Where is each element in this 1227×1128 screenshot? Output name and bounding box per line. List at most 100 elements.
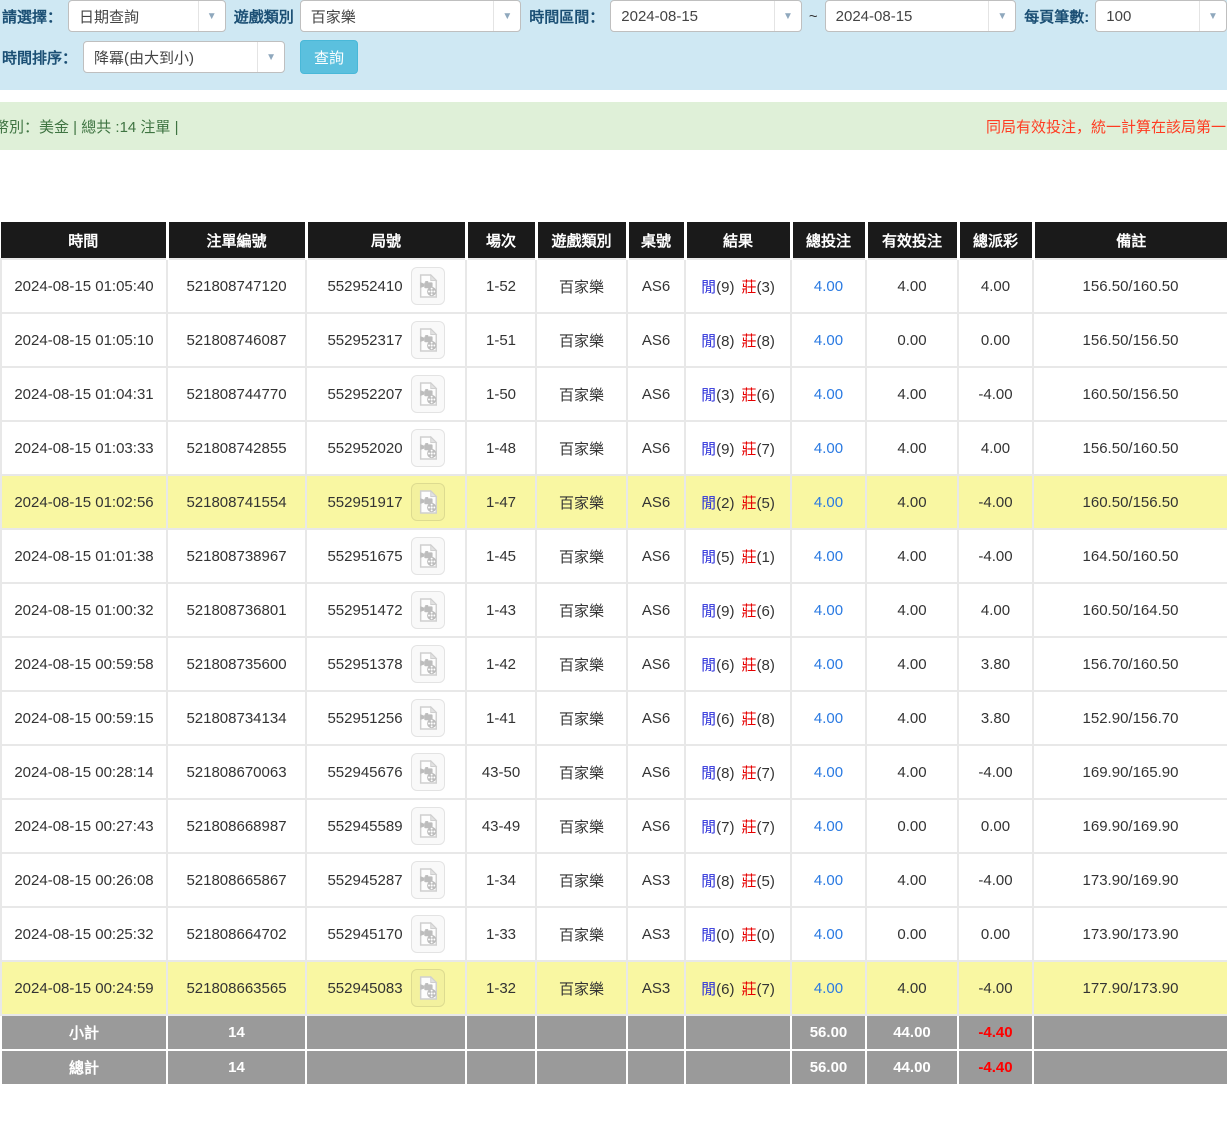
game-type-cell: 百家樂 [536, 907, 627, 961]
video-camera-icon [417, 436, 439, 460]
video-record-button[interactable] [411, 753, 445, 791]
total-bet-cell: 4.00 [791, 745, 866, 799]
banker-score: (7) [757, 981, 775, 998]
video-record-button[interactable] [411, 807, 445, 845]
page-size-select[interactable]: 100 ▼ [1095, 0, 1227, 32]
total-bet-link[interactable]: 4.00 [814, 548, 843, 565]
date-to-select[interactable]: 2024-08-15 ▼ [825, 0, 1017, 32]
banker-result: 莊 [742, 441, 757, 458]
video-record-button[interactable] [411, 321, 445, 359]
round-id-text: 552945170 [327, 926, 402, 943]
player-score: (2) [716, 495, 734, 512]
round-id-cell: 552945589 [306, 799, 466, 853]
valid-bet-cell: 0.00 [866, 313, 958, 367]
date-from-select[interactable]: 2024-08-15 ▼ [610, 0, 802, 32]
total-bet-cell: 4.00 [791, 853, 866, 907]
total-bet-link[interactable]: 4.00 [814, 926, 843, 943]
result-cell: 閒(9)莊(7) [685, 421, 791, 475]
player-result: 閒 [701, 765, 716, 782]
total-bet-link[interactable]: 4.00 [814, 278, 843, 295]
total-bet-cell: 4.00 [791, 367, 866, 421]
table-no-cell: AS3 [627, 961, 685, 1015]
bet-table: 時間注單編號局號場次遊戲類別桌號結果總投注有效投注總派彩備註 2024-08-1… [0, 222, 1227, 1086]
round-id-text: 552945589 [327, 818, 402, 835]
total-bet-link[interactable]: 4.00 [814, 710, 843, 727]
table-row: 2024-08-15 01:00:32521808736801552951472… [1, 583, 1227, 637]
total-bet-link[interactable]: 4.00 [814, 494, 843, 511]
video-record-button[interactable] [411, 375, 445, 413]
round-id-text: 552951917 [327, 494, 402, 511]
player-result: 閒 [701, 981, 716, 998]
result-cell: 閒(6)莊(8) [685, 691, 791, 745]
note-cell: 156.50/156.50 [1033, 313, 1227, 367]
game-type-select[interactable]: 百家樂 ▼ [300, 0, 522, 32]
banker-result: 莊 [742, 279, 757, 296]
column-header: 總投注 [791, 222, 866, 259]
time-cell: 2024-08-15 01:00:32 [1, 583, 167, 637]
player-score: (9) [716, 603, 734, 620]
video-camera-icon [417, 922, 439, 946]
session-cell: 1-34 [466, 853, 536, 907]
date-to-value: 2024-08-15 [826, 8, 913, 25]
total-bet-link[interactable]: 4.00 [814, 440, 843, 457]
column-header: 場次 [466, 222, 536, 259]
video-record-button[interactable] [411, 591, 445, 629]
filter-row-1: 請選擇： 日期查詢 ▼ 遊戲類別 百家樂 ▼ 時間區間： 2024-08-15 … [0, 0, 1227, 32]
player-result: 閒 [701, 441, 716, 458]
sort-order-select[interactable]: 降冪(由大到小) ▼ [83, 41, 285, 73]
note-cell: 156.50/160.50 [1033, 259, 1227, 313]
video-record-button[interactable] [411, 483, 445, 521]
note-cell: 173.90/173.90 [1033, 907, 1227, 961]
video-record-button[interactable] [411, 969, 445, 1007]
total-bet-link[interactable]: 4.00 [814, 332, 843, 349]
total-valid-bet: 44.00 [866, 1050, 958, 1085]
round-id-cell: 552945083 [306, 961, 466, 1015]
video-camera-icon [417, 490, 439, 514]
chevron-down-icon: ▼ [493, 1, 520, 31]
video-record-button[interactable] [411, 537, 445, 575]
video-record-button[interactable] [411, 429, 445, 467]
session-cell: 1-48 [466, 421, 536, 475]
video-record-button[interactable] [411, 645, 445, 683]
sort-order-value: 降冪(由大到小) [84, 47, 194, 68]
note-cell: 152.90/156.70 [1033, 691, 1227, 745]
total-bet-link[interactable]: 4.00 [814, 602, 843, 619]
video-record-button[interactable] [411, 915, 445, 953]
video-record-button[interactable] [411, 861, 445, 899]
total-bet-link[interactable]: 4.00 [814, 872, 843, 889]
chevron-down-icon: ▼ [257, 42, 284, 72]
result-cell: 閒(0)莊(0) [685, 907, 791, 961]
player-score: (8) [716, 333, 734, 350]
payout-cell: -4.00 [958, 961, 1033, 1015]
summary-empty-cell [536, 1050, 627, 1085]
column-header: 遊戲類別 [536, 222, 627, 259]
video-record-button[interactable] [411, 699, 445, 737]
round-id-cell: 552945170 [306, 907, 466, 961]
total-bet-link[interactable]: 4.00 [814, 386, 843, 403]
player-score: (9) [716, 279, 734, 296]
result-cell: 閒(6)莊(8) [685, 637, 791, 691]
result-cell: 閒(7)莊(7) [685, 799, 791, 853]
valid-bet-cell: 4.00 [866, 745, 958, 799]
banker-result: 莊 [742, 765, 757, 782]
table-row: 2024-08-15 00:26:08521808665867552945287… [1, 853, 1227, 907]
player-score: (6) [716, 981, 734, 998]
total-label: 總計 [1, 1050, 167, 1085]
payout-cell: 4.00 [958, 421, 1033, 475]
total-bet-link[interactable]: 4.00 [814, 818, 843, 835]
total-bet-link[interactable]: 4.00 [814, 764, 843, 781]
video-camera-icon [417, 328, 439, 352]
total-bet-link[interactable]: 4.00 [814, 980, 843, 997]
summary-empty-cell [306, 1015, 466, 1050]
total-bet-link[interactable]: 4.00 [814, 656, 843, 673]
search-button[interactable]: 查詢 [300, 40, 358, 74]
result-cell: 閒(8)莊(5) [685, 853, 791, 907]
banker-score: (1) [757, 549, 775, 566]
payout-cell: 4.00 [958, 259, 1033, 313]
result-cell: 閒(9)莊(6) [685, 583, 791, 637]
query-type-select[interactable]: 日期查詢 ▼ [68, 0, 226, 32]
valid-bet-cell: 0.00 [866, 907, 958, 961]
video-camera-icon [417, 544, 439, 568]
video-camera-icon [417, 976, 439, 1000]
video-record-button[interactable] [411, 267, 445, 305]
